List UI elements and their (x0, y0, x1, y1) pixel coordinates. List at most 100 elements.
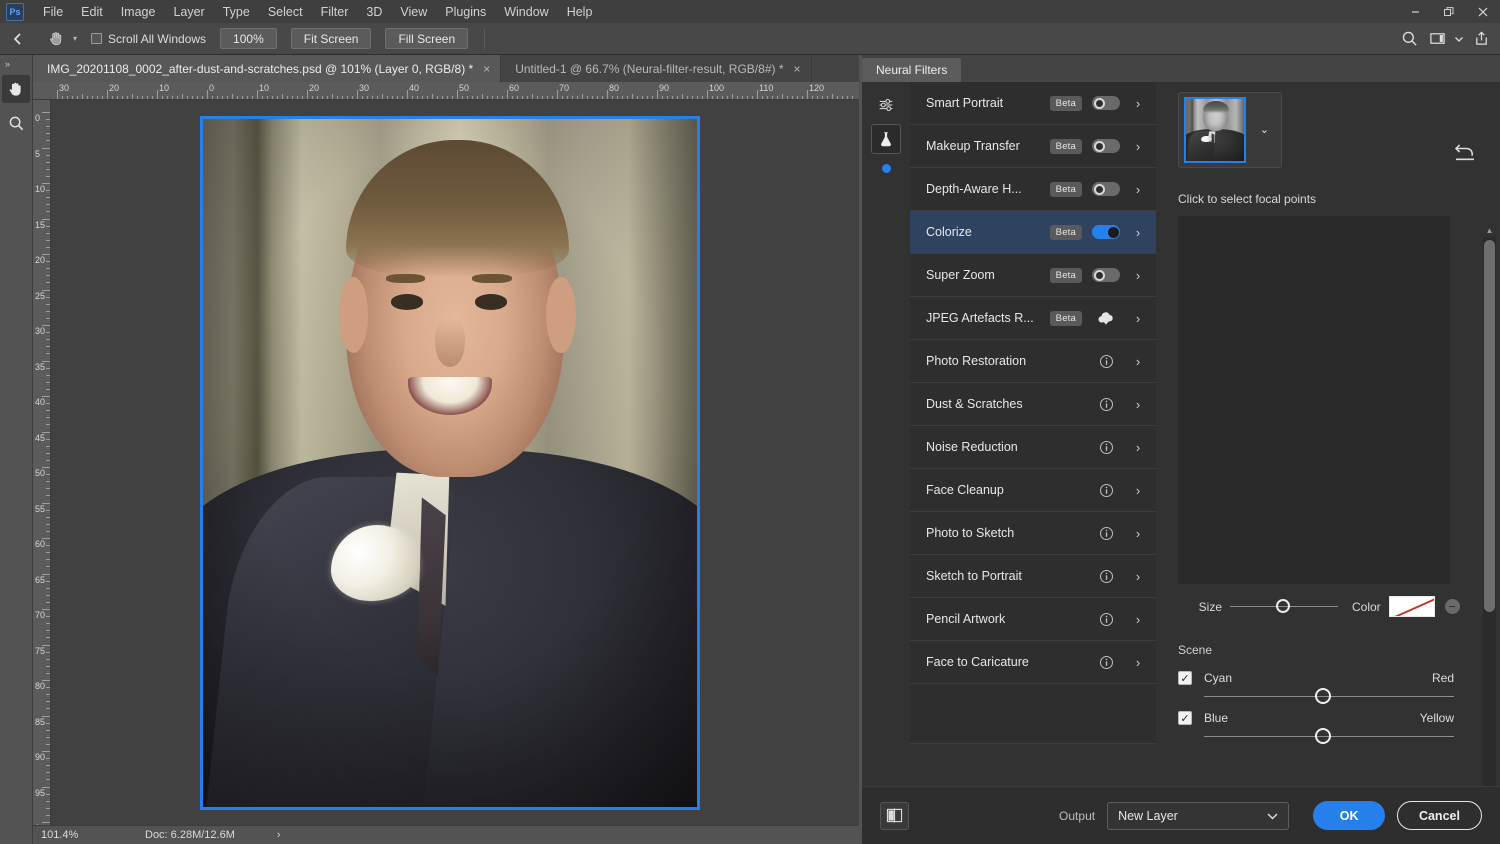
chevron-right-icon[interactable]: › (1132, 526, 1144, 541)
scroll-up-arrow-icon[interactable]: ▲ (1483, 224, 1496, 237)
scene-slider-handle-blue[interactable] (1315, 728, 1331, 744)
filter-row-makeup-transfer[interactable]: Makeup TransferBeta› (910, 125, 1156, 168)
zoom-100-button[interactable]: 100% (220, 28, 277, 49)
chevron-right-icon[interactable]: › (1132, 569, 1144, 584)
fill-screen-button[interactable]: Fill Screen (385, 28, 468, 49)
close-button[interactable] (1466, 0, 1500, 23)
chevron-down-icon[interactable] (1452, 26, 1466, 52)
chevron-right-icon[interactable]: › (1132, 655, 1144, 670)
menu-3d[interactable]: 3D (357, 2, 391, 22)
zoom-level[interactable]: 101.4% (33, 829, 103, 841)
filter-row-noise-reduction[interactable]: Noise Reduction› (910, 426, 1156, 469)
filter-list[interactable]: Smart PortraitBeta›Makeup TransferBeta›D… (910, 82, 1156, 844)
menu-help[interactable]: Help (558, 2, 602, 22)
scene-checkbox-blue[interactable]: ✓ (1178, 711, 1192, 725)
filter-row-smart-portrait[interactable]: Smart PortraitBeta› (910, 82, 1156, 125)
filter-row-super-zoom[interactable]: Super ZoomBeta› (910, 254, 1156, 297)
menu-edit[interactable]: Edit (72, 2, 112, 22)
workspace-icon[interactable] (1424, 26, 1450, 52)
size-slider-handle[interactable] (1276, 599, 1290, 613)
size-slider[interactable] (1230, 606, 1338, 607)
filter-row-sketch-to-portrait[interactable]: Sketch to Portrait› (910, 555, 1156, 598)
ok-button[interactable]: OK (1313, 801, 1384, 830)
close-icon[interactable]: × (483, 62, 490, 76)
tool-preset-caret-icon[interactable]: ▾ (73, 34, 77, 43)
filter-row-photo-restoration[interactable]: Photo Restoration› (910, 340, 1156, 383)
menu-type[interactable]: Type (214, 2, 259, 22)
tab-neural-filters[interactable]: Neural Filters (862, 58, 961, 82)
color-swatch[interactable] (1389, 596, 1435, 617)
canvas-area[interactable] (51, 100, 859, 825)
menu-filter[interactable]: Filter (312, 2, 358, 22)
filter-row-colorize[interactable]: ColorizeBeta› (910, 211, 1156, 254)
filter-row-depth-aware-h[interactable]: Depth-Aware H...Beta› (910, 168, 1156, 211)
chevron-right-icon[interactable]: › (1132, 440, 1144, 455)
source-thumbnail[interactable] (1184, 97, 1246, 163)
fit-screen-button[interactable]: Fit Screen (291, 28, 372, 49)
share-icon[interactable] (1468, 26, 1494, 52)
ruler-vertical[interactable]: 051015202530354045505560657075808590951 (33, 100, 51, 825)
filter-row-dust-scratches[interactable]: Dust & Scratches› (910, 383, 1156, 426)
source-thumbnail-selector[interactable]: ⌄ (1178, 92, 1282, 168)
reset-arrow-icon[interactable] (1454, 144, 1476, 167)
search-icon[interactable] (1396, 26, 1422, 52)
info-icon[interactable] (1092, 655, 1120, 670)
toolbar-expand-icon[interactable]: » (0, 55, 32, 69)
hand-tool-icon[interactable] (42, 27, 70, 51)
scrollbar-thumb[interactable] (1484, 240, 1495, 612)
chevron-right-icon[interactable]: › (1132, 225, 1144, 240)
info-icon[interactable] (1092, 354, 1120, 369)
minimize-button[interactable] (1398, 0, 1432, 23)
document-canvas[interactable] (200, 116, 700, 810)
all-filters-icon[interactable] (871, 90, 901, 120)
menu-image[interactable]: Image (112, 2, 165, 22)
chevron-right-icon[interactable]: › (1132, 354, 1144, 369)
status-menu-arrow-icon[interactable]: › (235, 829, 281, 841)
menu-plugins[interactable]: Plugins (436, 2, 495, 22)
filter-row-jpeg-artefacts-r[interactable]: JPEG Artefacts R...Beta› (910, 297, 1156, 340)
chevron-right-icon[interactable]: › (1132, 182, 1144, 197)
zoom-tool-button[interactable] (2, 109, 30, 137)
document-tab-secondary[interactable]: Untitled-1 @ 66.7% (Neural-filter-result… (501, 55, 811, 82)
scene-slider-track-cyan[interactable] (1204, 696, 1454, 697)
info-icon[interactable] (1092, 612, 1120, 627)
filter-row-face-to-caricature[interactable]: Face to Caricature› (910, 641, 1156, 684)
filter-toggle[interactable] (1092, 182, 1120, 196)
scroll-all-windows-checkbox[interactable]: Scroll All Windows (91, 32, 206, 46)
menu-layer[interactable]: Layer (164, 2, 213, 22)
beta-flask-icon[interactable] (871, 124, 901, 154)
restore-button[interactable] (1432, 0, 1466, 23)
chevron-right-icon[interactable]: › (1132, 139, 1144, 154)
filter-toggle[interactable] (1092, 268, 1120, 282)
remove-color-button[interactable]: − (1445, 599, 1460, 614)
filter-toggle[interactable] (1092, 96, 1120, 110)
menu-select[interactable]: Select (259, 2, 312, 22)
filter-row-pencil-artwork[interactable]: Pencil Artwork› (910, 598, 1156, 641)
chevron-right-icon[interactable]: › (1132, 311, 1144, 326)
menu-view[interactable]: View (391, 2, 436, 22)
info-icon[interactable] (1092, 440, 1120, 455)
back-chevron-icon[interactable] (0, 23, 36, 55)
filter-toggle[interactable] (1092, 139, 1120, 153)
menu-file[interactable]: File (34, 2, 72, 22)
filter-preview-image[interactable] (1178, 216, 1450, 584)
filter-toggle[interactable] (1092, 225, 1120, 239)
filter-row-face-cleanup[interactable]: Face Cleanup› (910, 469, 1156, 512)
compare-view-icon[interactable] (880, 802, 909, 830)
settings-scrollbar[interactable]: ▲ ▼ (1483, 224, 1496, 809)
chevron-right-icon[interactable]: › (1132, 96, 1144, 111)
cloud-download-icon[interactable] (1092, 311, 1120, 326)
scene-slider-track-blue[interactable] (1204, 736, 1454, 737)
chevron-right-icon[interactable]: › (1132, 483, 1144, 498)
info-icon[interactable] (1092, 397, 1120, 412)
chevron-right-icon[interactable]: › (1132, 397, 1144, 412)
scene-checkbox-cyan[interactable]: ✓ (1178, 671, 1192, 685)
chevron-right-icon[interactable]: › (1132, 612, 1144, 627)
ruler-horizontal[interactable]: 3020100102030405060708090100110120 (33, 82, 859, 100)
info-icon[interactable] (1092, 569, 1120, 584)
document-tab-active[interactable]: IMG_20201108_0002_after-dust-and-scratch… (33, 55, 501, 82)
close-icon[interactable]: × (794, 62, 801, 76)
menu-window[interactable]: Window (495, 2, 557, 22)
scene-slider-handle-cyan[interactable] (1315, 688, 1331, 704)
info-icon[interactable] (1092, 483, 1120, 498)
